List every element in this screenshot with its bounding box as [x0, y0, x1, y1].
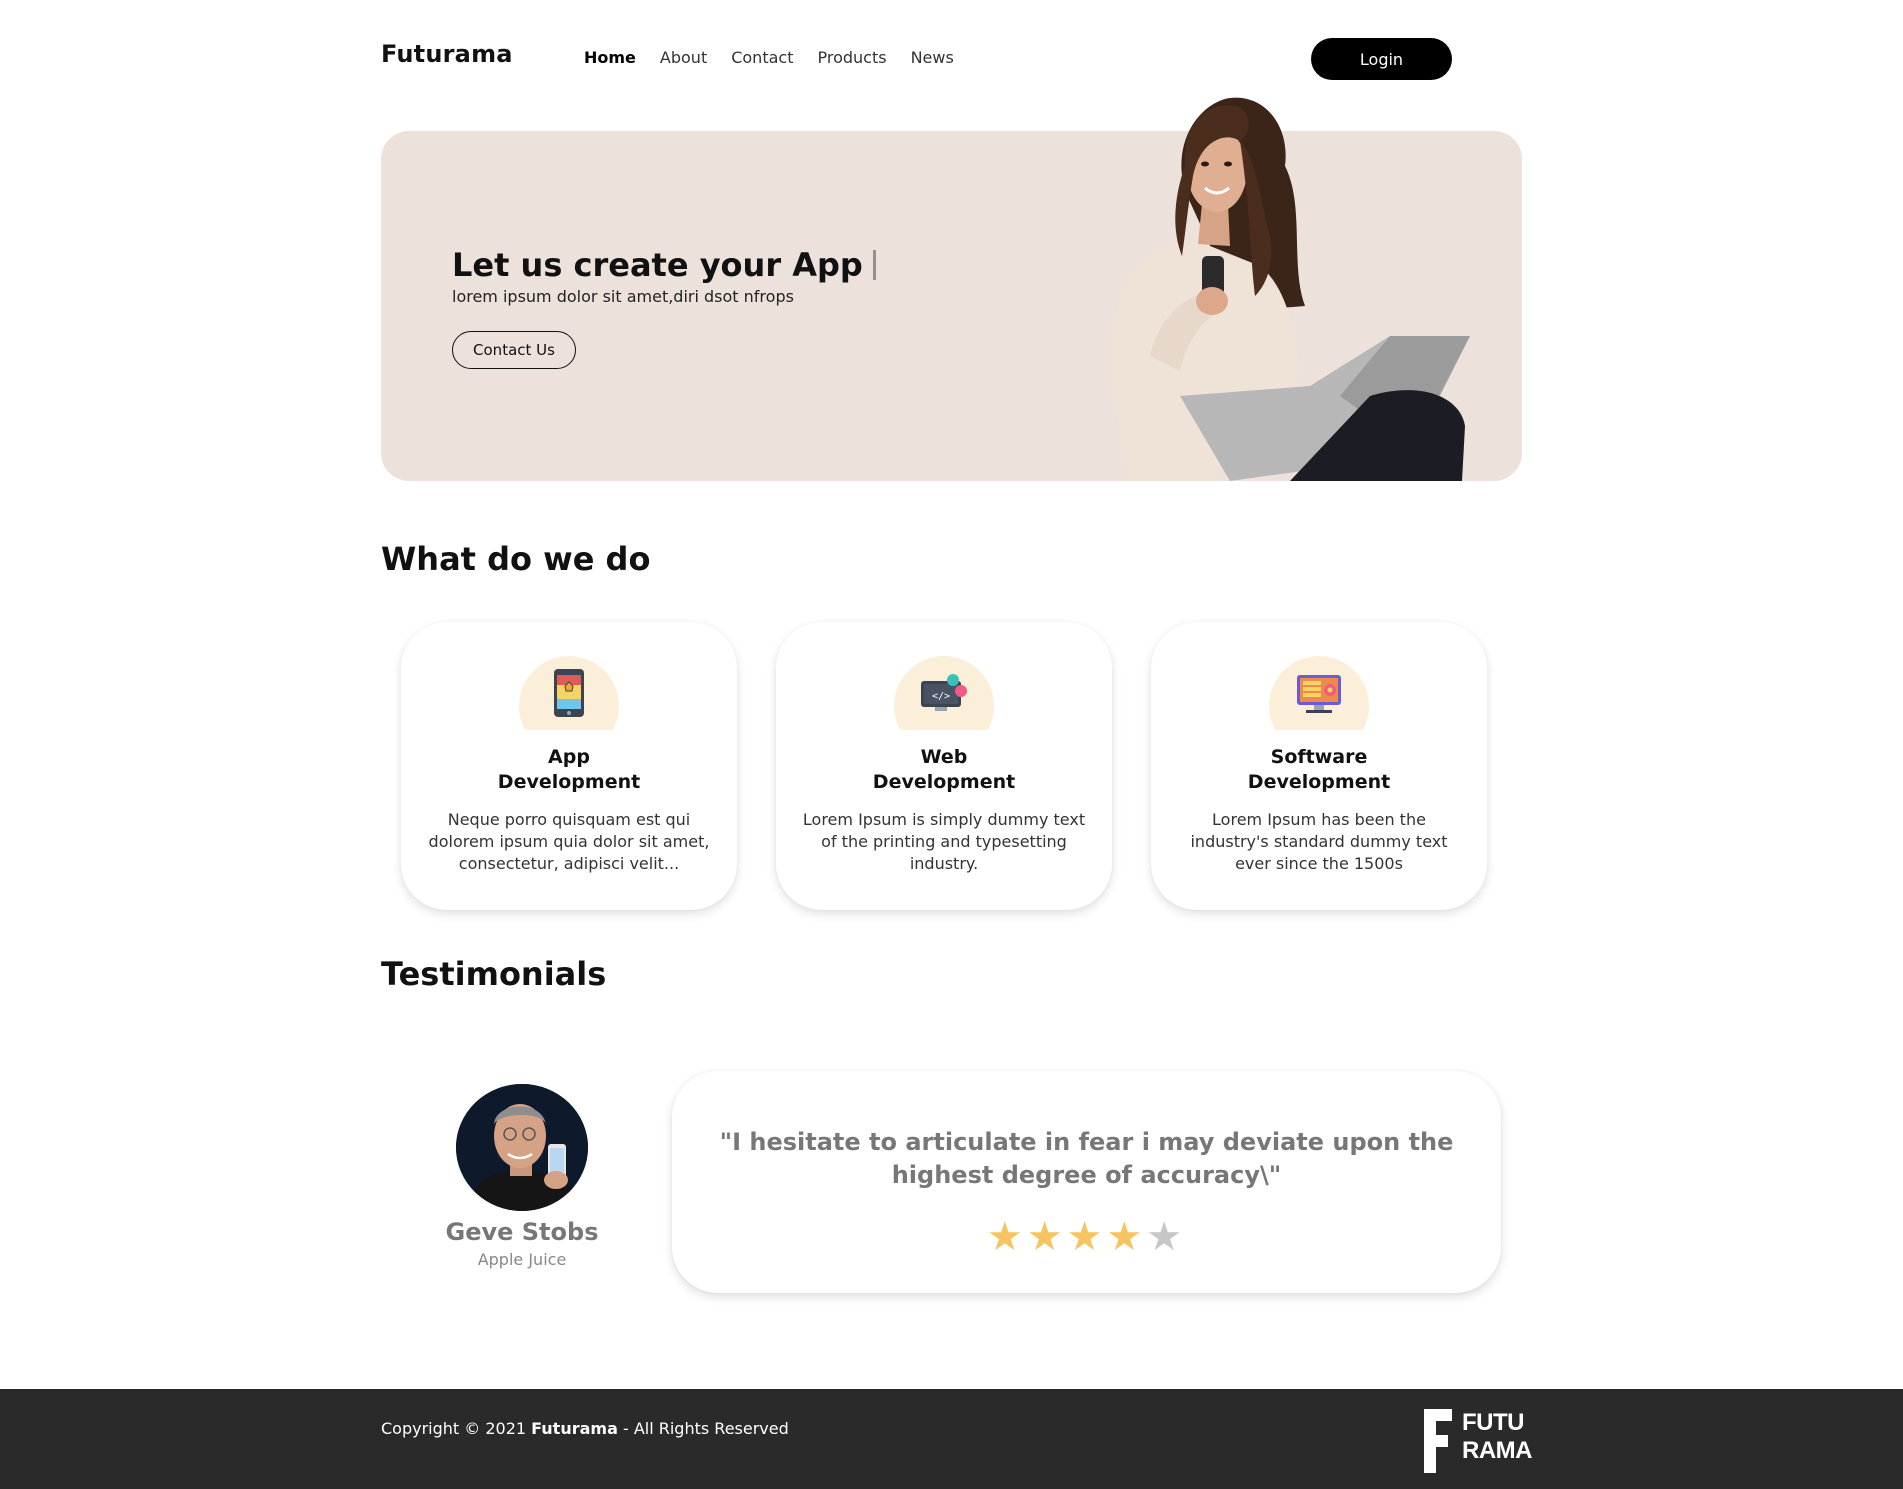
footer: Copyright © 2021 Futurama - All Rights R…	[0, 1389, 1903, 1489]
copyright-text: Copyright © 2021 Futurama - All Rights R…	[381, 1419, 789, 1438]
brand-logo[interactable]: Futurama	[381, 40, 513, 68]
star-empty-icon: ★	[1146, 1214, 1187, 1260]
futurama-f-logo-icon	[1424, 1409, 1452, 1473]
card-title: Web Development	[872, 746, 1016, 793]
main-nav: Home About Contact Products News	[584, 48, 978, 67]
mobile-app-icon	[554, 669, 584, 717]
contact-us-button[interactable]: Contact Us	[452, 331, 576, 369]
footer-logo-line2: RAMA	[1462, 1437, 1533, 1464]
card-icon-container: </>	[894, 656, 994, 730]
testimonial-author-name: Geve Stobs	[445, 1218, 599, 1246]
svg-text:</>: </>	[932, 691, 950, 702]
card-description: Neque porro quisquam est qui dolorem ips…	[428, 810, 710, 873]
nav-item-contact[interactable]: Contact	[731, 48, 793, 67]
footer-logo-line1: FUTU	[1462, 1409, 1524, 1436]
testimonials-section-title: Testimonials	[381, 955, 607, 993]
star-icon: ★	[986, 1214, 1027, 1260]
person-photo	[456, 1084, 588, 1211]
footer-logo-text: FUTU RAMA	[1462, 1409, 1533, 1465]
testimonial-author-role: Apple Juice	[477, 1250, 567, 1269]
hero-subtitle: lorem ipsum dolor sit amet,diri dsot nfr…	[452, 287, 794, 306]
card-description: Lorem Ipsum is simply dummy text of the …	[802, 810, 1086, 873]
hero-title: Let us create your App	[452, 246, 876, 284]
card-title: Software Development	[1247, 746, 1391, 793]
services-section-title: What do we do	[381, 540, 651, 578]
testimonial-quote: "I hesitate to articulate in fear i may …	[719, 1128, 1454, 1189]
woman-with-laptop-illustration	[1113, 97, 1470, 481]
testimonial-card: "I hesitate to articulate in fear i may …	[672, 1071, 1501, 1293]
desktop-software-icon	[1297, 675, 1341, 713]
nav-item-news[interactable]: News	[911, 48, 954, 67]
copyright-brand: Futurama	[531, 1419, 618, 1438]
service-card-app[interactable]: App Development Neque porro quisquam est…	[401, 622, 737, 910]
nav-item-products[interactable]: Products	[817, 48, 886, 67]
footer-logo[interactable]: FUTU RAMA	[1420, 1407, 1533, 1475]
card-title: App Development	[497, 746, 641, 793]
service-card-web[interactable]: </> Web Development Lorem Ipsum is simpl…	[776, 622, 1112, 910]
card-icon-container	[1269, 656, 1369, 730]
typing-cursor	[872, 250, 876, 280]
nav-item-about[interactable]: About	[660, 48, 707, 67]
web-code-icon: </>	[921, 674, 967, 711]
star-rating: ★★★★★	[672, 1214, 1501, 1260]
card-icon-container	[519, 656, 619, 730]
star-icon: ★	[1026, 1214, 1067, 1260]
login-button[interactable]: Login	[1311, 38, 1452, 80]
star-icon: ★	[1106, 1214, 1147, 1260]
star-icon: ★	[1066, 1214, 1107, 1260]
service-card-software[interactable]: Software Development Lorem Ipsum has bee…	[1151, 622, 1487, 910]
avatar	[456, 1084, 588, 1211]
hero-title-text: Let us create your App	[452, 246, 863, 284]
nav-item-home[interactable]: Home	[584, 48, 636, 67]
copyright-prefix: Copyright © 2021	[381, 1419, 532, 1438]
copyright-suffix: - All Rights Reserved	[617, 1419, 789, 1438]
card-description: Lorem Ipsum has been the industry's stan…	[1190, 810, 1448, 873]
